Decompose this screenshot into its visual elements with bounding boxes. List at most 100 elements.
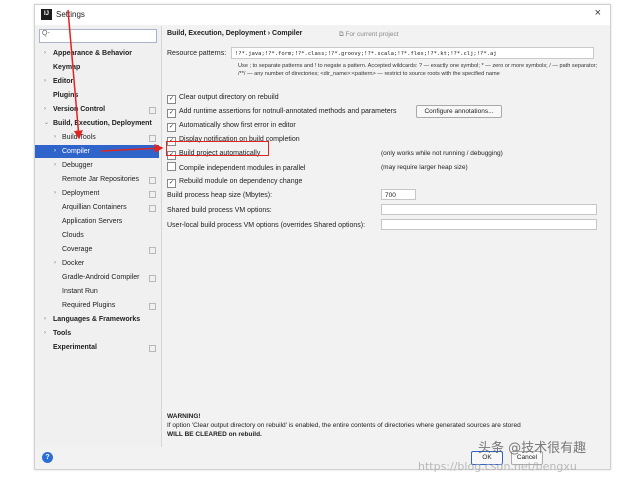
sidebar-item-label: Experimental	[53, 344, 97, 351]
parallel-note: (may require larger heap size)	[381, 164, 468, 171]
user-local-vm-options-label: User-local build process VM options (ove…	[167, 222, 366, 229]
warning-text: If option 'Clear output directory on reb…	[167, 422, 521, 429]
sidebar-item-tools[interactable]: › Tools	[35, 327, 159, 340]
sidebar-item-arquillian-containers[interactable]: Arquillian Containers	[35, 201, 159, 214]
checkbox-label: Compile independent modules in parallel	[179, 165, 306, 172]
sidebar-item-label: Deployment	[62, 190, 100, 197]
watermark-toutiao: 头条 @技术很有趣	[478, 441, 587, 456]
sidebar-item-label: Build Tools	[62, 134, 96, 141]
sidebar-item-label: Appearance & Behavior	[53, 50, 132, 57]
project-scope-icon	[149, 191, 156, 198]
chevron-right-icon: ›	[44, 316, 46, 322]
chevron-right-icon: ›	[54, 162, 56, 168]
breadcrumb: Build, Execution, Deployment › Compiler	[167, 30, 303, 37]
project-scope-icon	[149, 303, 156, 310]
window-title: Settings	[56, 10, 85, 19]
checkbox-checked[interactable]: ✓	[167, 123, 176, 132]
sidebar-item-label: Build, Execution, Deployment	[53, 120, 152, 127]
settings-sidebar: Q- › Appearance & Behavior Keymap › Edit…	[35, 26, 162, 447]
help-icon[interactable]: ?	[42, 452, 53, 463]
chevron-right-icon: ›	[44, 106, 46, 112]
sidebar-item-clouds[interactable]: Clouds	[35, 229, 159, 242]
sidebar-item-build-tools[interactable]: › Build Tools	[35, 131, 159, 144]
checkbox-checked[interactable]: ✓	[167, 137, 176, 146]
sidebar-item-languages-frameworks[interactable]: › Languages & Frameworks	[35, 313, 159, 326]
checkbox-label: Build project automatically	[179, 150, 261, 157]
sidebar-item-deployment[interactable]: › Deployment	[35, 187, 159, 200]
chevron-right-icon: ›	[44, 78, 46, 84]
watermark-url: https://blog.csdn.net/bengxu	[418, 460, 577, 473]
checkbox-checked[interactable]: ✓	[167, 95, 176, 104]
chevron-right-icon: ›	[44, 330, 46, 336]
sidebar-item-remote-jar-repositories[interactable]: Remote Jar Repositories	[35, 173, 159, 186]
user-local-vm-options-input[interactable]	[381, 219, 597, 230]
project-scope-icon	[149, 247, 156, 254]
checkbox-label: Display notification on build completion	[179, 136, 300, 143]
close-icon[interactable]: ×	[595, 7, 601, 19]
chevron-right-icon: ›	[44, 50, 46, 56]
resource-patterns-label: Resource patterns:	[167, 50, 227, 57]
sidebar-item-label: Debugger	[62, 162, 93, 169]
sidebar-item-experimental[interactable]: Experimental	[35, 341, 159, 354]
show-first-error-checkbox-row[interactable]: ✓ Automatically show first error in edito…	[167, 120, 296, 132]
checkbox-label: Automatically show first error in editor	[179, 122, 296, 129]
runtime-assertions-checkbox-row[interactable]: ✓ Add runtime assertions for notnull-anno…	[167, 106, 397, 118]
sidebar-item-label: Plugins	[53, 92, 79, 99]
compile-parallel-checkbox-row[interactable]: Compile independent modules in parallel	[167, 162, 305, 173]
sidebar-item-label: Instant Run	[62, 288, 98, 295]
resource-patterns-help: Use ; to separate patterns and ! to nega…	[238, 63, 598, 77]
build-project-automatically-checkbox-row[interactable]: ✓ Build project automatically	[167, 148, 261, 160]
heap-size-input[interactable]: 700	[381, 189, 416, 200]
sidebar-item-label: Required Plugins	[62, 302, 116, 309]
intellij-app-icon: IJ	[41, 9, 52, 20]
sidebar-item-docker[interactable]: › Docker	[35, 257, 159, 270]
sidebar-item-label: Gradle-Android Compiler	[62, 274, 140, 281]
checkbox-checked[interactable]: ✓	[167, 179, 176, 188]
project-scope-icon	[149, 275, 156, 282]
rebuild-warning: WARNING! If option 'Clear output directo…	[167, 412, 607, 439]
clear-output-checkbox-row[interactable]: ✓ Clear output directory on rebuild	[167, 92, 279, 104]
warning-emphasis: WILL BE CLEARED on rebuild.	[167, 431, 262, 438]
for-current-project-label: ⧉ For current project	[339, 31, 399, 38]
sidebar-item-compiler[interactable]: › Compiler	[35, 145, 159, 158]
sidebar-item-version-control[interactable]: › Version Control	[35, 103, 159, 116]
settings-window: IJ Settings × Q- › Appearance & Behavior…	[34, 4, 611, 470]
heap-size-label: Build process heap size (Mbytes):	[167, 192, 273, 199]
sidebar-item-keymap[interactable]: Keymap	[35, 61, 159, 74]
warning-title: WARNING!	[167, 413, 201, 420]
rebuild-module-checkbox-row[interactable]: ✓ Rebuild module on dependency change	[167, 176, 302, 188]
checkbox-label: Add runtime assertions for notnull-annot…	[179, 108, 397, 115]
sidebar-item-label: Remote Jar Repositories	[62, 176, 140, 183]
checkbox-checked[interactable]: ✓	[167, 109, 176, 118]
chevron-right-icon: ›	[54, 148, 56, 154]
sidebar-item-label: Compiler	[62, 148, 91, 155]
sidebar-item-label: Docker	[62, 260, 85, 267]
build-auto-note: (only works while not running / debuggin…	[381, 150, 503, 157]
checkbox-label: Clear output directory on rebuild	[179, 94, 279, 101]
shared-vm-options-input[interactable]	[381, 204, 597, 215]
checkbox-unchecked[interactable]	[167, 162, 176, 171]
sidebar-item-coverage[interactable]: Coverage	[35, 243, 159, 256]
checkbox-checked[interactable]: ✓	[167, 151, 176, 160]
sidebar-item-label: Languages & Frameworks	[53, 316, 141, 323]
sidebar-item-label: Coverage	[62, 246, 93, 253]
chevron-down-icon: ⌄	[44, 120, 50, 126]
sidebar-item-label: Keymap	[53, 64, 81, 71]
title-bar: IJ Settings ×	[35, 5, 610, 25]
sidebar-item-build-execution-deployment[interactable]: ⌄ Build, Execution, Deployment	[35, 117, 159, 130]
sidebar-item-application-servers[interactable]: Application Servers	[35, 215, 159, 228]
sidebar-item-debugger[interactable]: › Debugger	[35, 159, 159, 172]
project-scope-icon	[149, 177, 156, 184]
sidebar-item-appearance[interactable]: › Appearance & Behavior	[35, 47, 159, 60]
configure-annotations-button[interactable]: Configure annotations...	[416, 105, 502, 118]
sidebar-item-gradle-android-compiler[interactable]: Gradle-Android Compiler	[35, 271, 159, 284]
build-notification-checkbox-row[interactable]: ✓ Display notification on build completio…	[167, 134, 300, 146]
chevron-right-icon: ›	[54, 260, 56, 266]
sidebar-item-required-plugins[interactable]: Required Plugins	[35, 299, 159, 312]
sidebar-item-instant-run[interactable]: Instant Run	[35, 285, 159, 298]
sidebar-item-editor[interactable]: › Editor	[35, 75, 159, 88]
sidebar-item-plugins[interactable]: Plugins	[35, 89, 159, 102]
project-scope-icon	[149, 205, 156, 212]
settings-search-input[interactable]: Q-	[39, 29, 157, 43]
resource-patterns-input[interactable]: !?*.java;!?*.form;!?*.class;!?*.groovy;!…	[231, 47, 594, 59]
